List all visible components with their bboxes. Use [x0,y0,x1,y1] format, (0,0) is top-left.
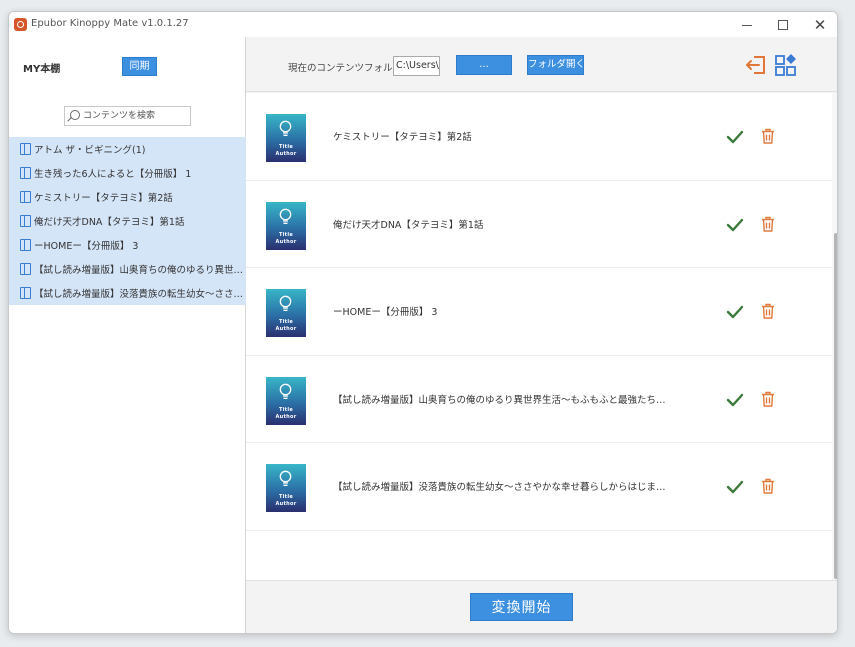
close-button[interactable]: ✕ [806,15,834,35]
cover-author: Author [275,413,297,420]
book-list-item-title: 【試し読み増量版】没落貴族の転生幼女～ささやかな幸せ暮らしからはじまる～ [34,289,244,300]
book-cover: Title Author [266,114,306,162]
cover-author: Author [275,238,297,245]
convert-button[interactable]: 変換開始 [470,593,573,621]
book-list-item-title: 生き残った6人によると【分冊版】 1 [34,169,192,180]
converted-book-row: Title Author 【試し読み増量版】没落貴族の転生幼女～ささやかな幸せ暮… [246,443,832,531]
converted-book-title: 【試し読み増量版】没落貴族の転生幼女～ささやかな幸せ暮らしからはじまる～ [333,482,673,493]
cover-author: Author [275,151,297,157]
cover-title: Title [278,319,294,325]
converted-book-title: 俺だけ天才DNA【タテヨミ】第1話 [333,219,484,231]
book-icon [20,263,31,275]
cover-title: Title [278,494,294,500]
book-list-item[interactable]: 生き残った6人によると【分冊版】 1 [9,161,246,185]
check-icon [726,130,744,144]
cover-title: Title [278,144,294,150]
book-list: アトム ザ・ビギニング(1) 生き残った6人によると【分冊版】 1 ケミストリー… [9,137,246,305]
scrollbar[interactable] [832,93,837,580]
title-bar: Epubor Kinoppy Mate v1.0.1.27 ✕ [9,12,837,37]
book-list-item-title: アトム ザ・ビギニング(1) [34,145,146,156]
maximize-button[interactable] [769,15,797,35]
toolbar: 現在のコンテンツフォルダ： C:\Users\a ... フォルダ開く [246,37,837,92]
scrollbar-thumb[interactable] [834,233,837,579]
book-list-item[interactable]: 俺だけ天才DNA【タテヨミ】第1話 [9,209,246,233]
book-icon [20,143,31,155]
app-window: Epubor Kinoppy Mate v1.0.1.27 ✕ MY本棚 同期 … [8,11,838,634]
book-list-item-title: 俺だけ天才DNA【タテヨミ】第1話 [34,217,185,228]
check-icon [726,480,744,494]
book-list-item-title: ケミストリー【タテヨミ】第2話 [34,193,173,204]
converted-book-list: Title Author ケミストリー【タテヨミ】第2話 Title Autho… [246,93,832,580]
book-list-item[interactable]: 【試し読み増量版】山奥育ちの俺のゆるり異世界生活～もふもふと最強たちに可愛がられ… [9,257,246,281]
book-list-item-title: 【試し読み増量版】山奥育ちの俺のゆるり異世界生活～もふもふと最強たちに可愛がられ… [34,265,244,276]
sync-button[interactable]: 同期 [122,57,157,76]
search-input[interactable] [83,109,188,123]
converted-book-row: Title Author 【試し読み増量版】山奥育ちの俺のゆるり異世界生活～もふ… [246,356,832,443]
apps-icon[interactable] [774,53,798,77]
trash-icon[interactable] [761,303,775,319]
book-icon [20,167,31,179]
cover-author: Author [275,501,297,507]
check-icon [726,393,744,406]
main-panel: 現在のコンテンツフォルダ： C:\Users\a ... フォルダ開く Titl… [246,37,837,633]
app-logo-icon [14,18,27,31]
folder-path-field[interactable]: C:\Users\a [393,56,440,76]
book-icon [20,287,31,299]
book-list-item[interactable]: 【試し読み増量版】没落貴族の転生幼女～ささやかな幸せ暮らしからはじまる～ [9,281,246,305]
lightbulb-icon [279,208,292,224]
book-list-item[interactable]: ケミストリー【タテヨミ】第2話 [9,185,246,209]
book-list-item[interactable]: ーHOMEー【分冊版】 3 [9,233,246,257]
bottom-bar: 変換開始 [246,580,837,633]
sidebar: MY本棚 同期 アトム ザ・ビギニング(1) 生き残った6人によると【分冊版】 … [9,37,246,633]
trash-icon[interactable] [761,128,775,144]
search-box[interactable] [64,106,191,126]
book-icon [20,239,31,251]
trash-icon[interactable] [761,216,775,232]
converted-book-title: 【試し読み増量版】山奥育ちの俺のゆるり異世界生活～もふもふと最強たちに可愛がられ… [333,394,673,406]
trash-icon[interactable] [761,478,775,494]
cover-title: Title [278,231,294,238]
book-list-item[interactable]: アトム ザ・ビギニング(1) [9,137,246,161]
lightbulb-icon [279,383,292,399]
check-icon [726,305,744,319]
converted-book-row: Title Author ケミストリー【タテヨミ】第2話 [246,93,832,181]
browse-button[interactable]: ... [456,55,512,75]
library-label: MY本棚 [23,64,61,75]
book-icon [20,215,31,227]
book-cover: Title Author [266,464,306,512]
book-cover: Title Author [266,289,306,337]
converted-book-row: Title Author ーHOMEー【分冊版】 3 [246,268,832,356]
book-list-item-title: ーHOMEー【分冊版】 3 [34,241,139,252]
lightbulb-icon [279,470,292,486]
trash-icon[interactable] [761,391,775,407]
book-cover: Title Author [266,201,306,250]
converted-book-title: ーHOMEー【分冊版】 3 [333,307,438,318]
check-icon [726,218,744,231]
lightbulb-icon [279,120,292,136]
book-icon [20,191,31,203]
logout-icon[interactable] [745,54,767,76]
book-cover: Title Author [266,376,306,425]
search-icon [70,110,80,120]
lightbulb-icon [279,295,292,311]
minimize-button[interactable] [733,15,761,35]
open-folder-button[interactable]: フォルダ開く [527,55,585,75]
cover-author: Author [275,326,297,332]
converted-book-title: ケミストリー【タテヨミ】第2話 [333,132,472,143]
window-title: Epubor Kinoppy Mate v1.0.1.27 [31,18,189,29]
cover-title: Title [278,406,294,413]
converted-book-row: Title Author 俺だけ天才DNA【タテヨミ】第1話 [246,181,832,268]
